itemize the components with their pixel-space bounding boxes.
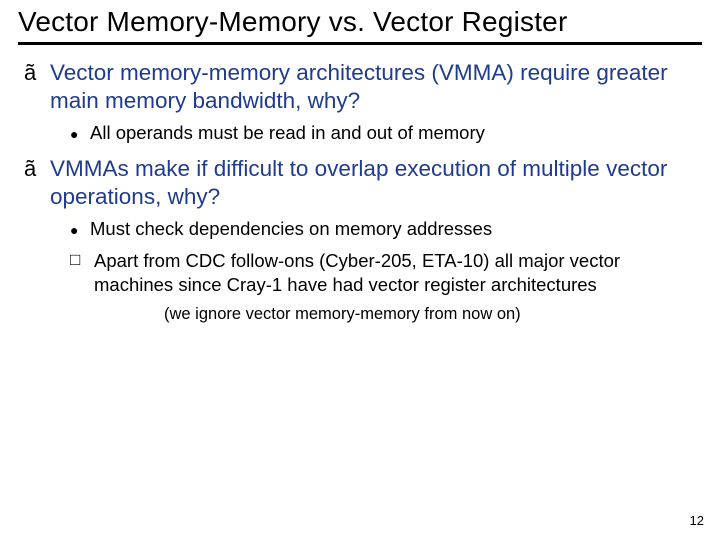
bullet-text: VMMAs make if difficult to overlap execu… bbox=[50, 155, 702, 211]
bullet-text: Must check dependencies on memory addres… bbox=[90, 217, 492, 241]
bullet-level2: □ Apart from CDC follow-ons (Cyber-205, … bbox=[70, 249, 702, 297]
bullet-text: Vector memory-memory architectures (VMMA… bbox=[50, 59, 702, 115]
aside-note: (we ignore vector memory-memory from now… bbox=[164, 303, 702, 325]
page-number: 12 bbox=[690, 513, 704, 528]
slide-title: Vector Memory-Memory vs. Vector Register bbox=[18, 0, 702, 45]
round-bullet-icon: ● bbox=[70, 217, 90, 241]
square-bullet-icon: □ bbox=[70, 249, 94, 271]
bullet-glyph-level1: ã bbox=[24, 59, 50, 87]
bullet-level2: ● Must check dependencies on memory addr… bbox=[70, 217, 702, 241]
bullet-text: Apart from CDC follow-ons (Cyber-205, ET… bbox=[94, 249, 702, 297]
bullet-level2: ● All operands must be read in and out o… bbox=[70, 121, 702, 145]
bullet-text: All operands must be read in and out of … bbox=[90, 121, 485, 145]
round-bullet-icon: ● bbox=[70, 121, 90, 145]
slide: Vector Memory-Memory vs. Vector Register… bbox=[0, 0, 720, 540]
bullet-glyph-level1: ã bbox=[24, 155, 50, 183]
bullet-level1: ã VMMAs make if difficult to overlap exe… bbox=[24, 155, 702, 211]
bullet-level1: ã Vector memory-memory architectures (VM… bbox=[24, 59, 702, 115]
